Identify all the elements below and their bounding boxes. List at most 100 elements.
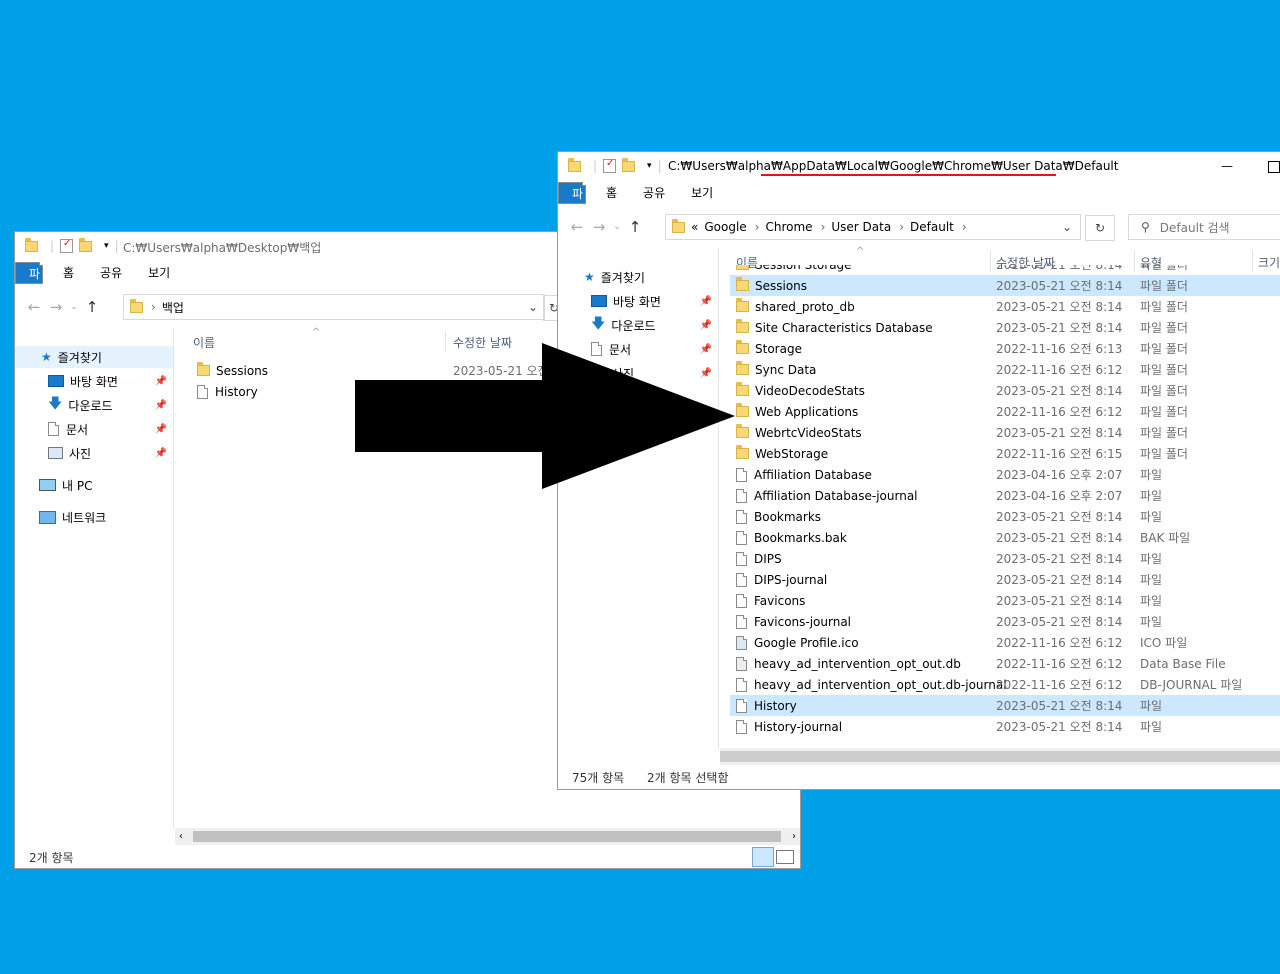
nav-desktop[interactable]: 바탕 화면 📌 bbox=[558, 290, 718, 312]
nav-network[interactable]: 네트워크 bbox=[15, 506, 173, 528]
pin-icon: 📌 bbox=[154, 375, 167, 387]
file-modified: 2022-11-16 오전 6:13 bbox=[996, 342, 1123, 356]
back-arrow-icon[interactable]: ← bbox=[23, 298, 45, 316]
folder-icon bbox=[736, 403, 749, 417]
file-modified: 2022-11-16 오전 6:12 bbox=[996, 657, 1123, 671]
table-row[interactable]: Storage 2022-11-16 오전 6:13 파일 폴더 bbox=[730, 338, 1280, 359]
column-name[interactable]: 이름 bbox=[193, 334, 215, 351]
recent-locations-icon[interactable]: ⌄ bbox=[67, 302, 81, 312]
table-row[interactable]: Session Storage 2023-05-21 오전 8:14 파일 폴더 bbox=[730, 265, 1280, 275]
table-row[interactable]: Bookmarks 2023-05-21 오전 8:14 파일 bbox=[730, 506, 1280, 527]
table-row[interactable]: shared_proto_db 2023-05-21 오전 8:14 파일 폴더 bbox=[730, 296, 1280, 317]
table-row[interactable]: heavy_ad_intervention_opt_out.db 2022-11-… bbox=[730, 653, 1280, 674]
chevron-down-icon[interactable]: ⌄ bbox=[1062, 220, 1072, 234]
file-modified: 2022-11-16 오전 6:12 bbox=[996, 363, 1123, 377]
breadcrumb-backup[interactable]: 백업 bbox=[162, 299, 184, 316]
customize-quick-access-icon[interactable]: ▾ bbox=[647, 161, 652, 171]
table-row[interactable]: Affiliation Database-journal 2023-04-16 오… bbox=[730, 485, 1280, 506]
table-row[interactable]: Favicons-journal 2023-05-21 오전 8:14 파일 bbox=[730, 611, 1280, 632]
breadcrumb-google[interactable]: Google bbox=[704, 220, 746, 234]
table-row[interactable]: DIPS-journal 2023-05-21 오전 8:14 파일 bbox=[730, 569, 1280, 590]
folder-icon bbox=[736, 340, 749, 354]
horizontal-scrollbar[interactable] bbox=[720, 748, 1280, 765]
table-row[interactable]: WebStorage 2022-11-16 오전 6:15 파일 폴더 bbox=[730, 443, 1280, 464]
table-row[interactable]: DIPS 2023-05-21 오전 8:14 파일 bbox=[730, 548, 1280, 569]
file-name: Sessions bbox=[216, 363, 269, 378]
address-bar[interactable]: › 백업 ⌄ bbox=[123, 294, 545, 320]
title-underline-annotation bbox=[761, 174, 1056, 176]
horizontal-scrollbar[interactable]: ‹ › bbox=[175, 828, 800, 845]
file-modified: 2023-05-21 오전 8:14 bbox=[996, 510, 1123, 524]
minimize-icon[interactable]: — bbox=[1221, 159, 1233, 173]
nav-downloads[interactable]: 🡇 다운로드 📌 bbox=[15, 394, 173, 416]
breadcrumb-overflow[interactable]: « bbox=[691, 220, 698, 234]
properties-icon[interactable]: ✓ bbox=[603, 158, 617, 173]
separator: | bbox=[50, 239, 55, 253]
nav-quick-access[interactable]: ★ 즐겨찾기 bbox=[558, 266, 718, 288]
recent-locations-icon[interactable]: ⌄ bbox=[610, 222, 624, 232]
file-name: Bookmarks.bak bbox=[754, 530, 847, 545]
table-row[interactable]: Bookmarks.bak 2023-05-21 오전 8:14 BAK 파일 bbox=[730, 527, 1280, 548]
file-type: 파일 bbox=[1140, 699, 1163, 713]
details-view-icon[interactable] bbox=[752, 847, 774, 867]
breadcrumb-default[interactable]: Default bbox=[910, 220, 954, 234]
back-arrow-icon[interactable]: ← bbox=[566, 218, 588, 236]
file-modified: 2023-05-21 오전 8:14 bbox=[996, 321, 1123, 335]
nav-quick-access[interactable]: ★ 즐겨찾기 bbox=[15, 346, 173, 368]
nav-downloads[interactable]: 🡇 다운로드 📌 bbox=[558, 314, 718, 336]
star-icon: ★ bbox=[584, 270, 595, 284]
folder-icon bbox=[736, 382, 749, 396]
chevron-down-icon[interactable]: ⌄ bbox=[528, 300, 538, 314]
tab-file[interactable]: 파일 bbox=[558, 182, 586, 223]
address-bar[interactable]: « Google › Chrome › User Data › Default … bbox=[665, 214, 1081, 240]
search-box[interactable]: ⚲ Default 검색 bbox=[1128, 214, 1280, 240]
table-row[interactable]: VideoDecodeStats 2023-05-21 오전 8:14 파일 폴더 bbox=[730, 380, 1280, 401]
tab-share[interactable]: 공유 bbox=[630, 182, 678, 204]
tab-home[interactable]: 홈 bbox=[593, 182, 630, 204]
file-type: 파일 폴더 bbox=[1140, 342, 1188, 356]
table-row[interactable]: Google Profile.ico 2022-11-16 오전 6:12 ICO … bbox=[730, 632, 1280, 653]
scroll-left-icon[interactable]: ‹ bbox=[179, 831, 183, 842]
up-arrow-icon[interactable]: ↑ bbox=[81, 298, 103, 316]
folder-icon bbox=[736, 265, 749, 270]
table-row[interactable]: History-journal 2023-05-21 오전 8:14 파일 bbox=[730, 716, 1280, 737]
large-icons-view-icon[interactable] bbox=[776, 850, 794, 864]
nav-desktop[interactable]: 바탕 화면 📌 bbox=[15, 370, 173, 392]
tab-view[interactable]: 보기 bbox=[678, 182, 726, 204]
table-row[interactable]: WebrtcVideoStats 2023-05-21 오전 8:14 파일 폴더 bbox=[730, 422, 1280, 443]
new-folder-icon[interactable] bbox=[79, 237, 93, 252]
properties-icon[interactable]: ✓ bbox=[60, 238, 74, 253]
breadcrumb-user-data[interactable]: User Data bbox=[831, 220, 891, 234]
scrollbar-thumb[interactable] bbox=[720, 751, 1280, 762]
table-row[interactable]: Web Applications 2022-11-16 오전 6:12 파일 폴더 bbox=[730, 401, 1280, 422]
table-row[interactable]: Sessions 2023-05-21 오전 8:14 파일 폴더 bbox=[730, 275, 1280, 296]
table-row[interactable]: History 2023-05-21 오전 8:14 파일 bbox=[730, 695, 1280, 716]
customize-quick-access-icon[interactable]: ▾ bbox=[104, 241, 109, 251]
table-row[interactable]: Favicons 2023-05-21 오전 8:14 파일 bbox=[730, 590, 1280, 611]
desktop-icon bbox=[591, 295, 607, 307]
nav-label: 즐겨찾기 bbox=[57, 350, 102, 365]
nav-documents[interactable]: 문서 📌 bbox=[15, 418, 173, 440]
tab-home[interactable]: 홈 bbox=[50, 262, 87, 284]
new-folder-icon[interactable] bbox=[622, 157, 636, 172]
tab-share[interactable]: 공유 bbox=[87, 262, 135, 284]
table-row[interactable]: heavy_ad_intervention_opt_out.db-journal… bbox=[730, 674, 1280, 695]
file-modified: 2023-05-21 오전 8:14 bbox=[996, 552, 1123, 566]
table-row[interactable]: Sync Data 2022-11-16 오전 6:12 파일 폴더 bbox=[730, 359, 1280, 380]
table-row[interactable]: Affiliation Database 2023-04-16 오후 2:07 파일 bbox=[730, 464, 1280, 485]
scrollbar-thumb[interactable] bbox=[193, 831, 781, 842]
maximize-icon[interactable] bbox=[1268, 161, 1280, 173]
scroll-right-icon[interactable]: › bbox=[792, 831, 796, 842]
tab-view[interactable]: 보기 bbox=[135, 262, 183, 284]
forward-arrow-icon[interactable]: → bbox=[45, 298, 67, 316]
up-arrow-icon[interactable]: ↑ bbox=[624, 218, 646, 236]
nav-pictures[interactable]: 사진 📌 bbox=[15, 442, 173, 464]
nav-this-pc[interactable]: 내 PC bbox=[15, 474, 173, 496]
breadcrumb-chrome[interactable]: Chrome bbox=[765, 220, 812, 234]
table-row[interactable]: Site Characteristics Database 2023-05-21 … bbox=[730, 317, 1280, 338]
refresh-icon[interactable]: ↻ bbox=[1085, 215, 1115, 241]
download-icon: 🡇 bbox=[48, 396, 63, 412]
forward-arrow-icon[interactable]: → bbox=[588, 218, 610, 236]
tab-file[interactable]: 파일 bbox=[15, 262, 43, 303]
file-modified: 2023-05-21 오전 8:14 bbox=[996, 699, 1123, 713]
